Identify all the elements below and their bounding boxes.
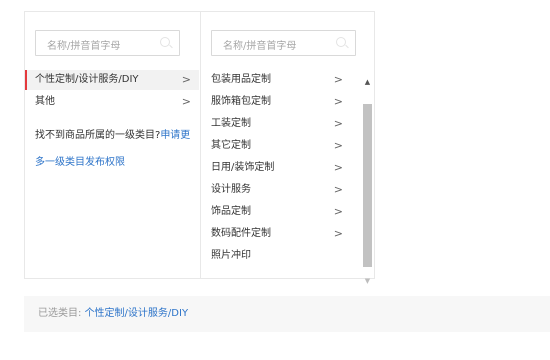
category-item-other[interactable]: 其他 > <box>25 92 199 112</box>
subcategory-label: 服饰箱包定制 <box>211 96 271 107</box>
level-1-search-placeholder: 名称/拼音首字母 <box>47 41 121 52</box>
level-1-search-box[interactable]: 名称/拼音首字母 <box>35 30 180 56</box>
subcategory-label: 饰品定制 <box>211 206 251 217</box>
subcategory-item[interactable]: 服饰箱包定制 > <box>201 92 351 112</box>
level-2-search-placeholder: 名称/拼音首字母 <box>223 41 297 52</box>
chevron-right-icon: > <box>333 183 343 196</box>
selected-category-label: 已选类目: <box>38 308 82 319</box>
subcategory-item[interactable]: 设计服务 > <box>201 180 351 200</box>
selected-category-bar: 已选类目: 个性定制/设计服务/DIY <box>24 296 550 332</box>
chevron-right-icon: > <box>181 73 191 86</box>
subcategory-item[interactable]: 照片冲印 <box>201 246 351 266</box>
chevron-right-icon: > <box>333 227 343 240</box>
subcategory-item[interactable]: 其它定制 > <box>201 136 351 156</box>
category-item-custom-design-diy[interactable]: 个性定制/设计服务/DIY > <box>25 70 199 90</box>
chevron-right-icon: > <box>181 95 191 108</box>
chevron-right-icon: > <box>333 139 343 152</box>
category-item-label: 个性定制/设计服务/DIY <box>35 74 139 85</box>
scroll-down-arrow-icon[interactable]: ▼ <box>363 277 372 285</box>
subcategory-label: 数码配件定制 <box>211 228 271 239</box>
search-icon[interactable] <box>336 37 346 47</box>
chevron-right-icon: > <box>333 161 343 174</box>
chevron-right-icon: > <box>333 73 343 86</box>
subcategory-label: 照片冲印 <box>211 250 251 261</box>
subcategory-item[interactable]: 工装定制 > <box>201 114 351 134</box>
subcategory-label: 其它定制 <box>211 140 251 151</box>
subcategory-label: 日用/装饰定制 <box>211 162 275 173</box>
missing-category-note: 找不到商品所属的一级类目?申请更 <box>35 126 195 141</box>
chevron-right-icon: > <box>333 205 343 218</box>
subcategory-item[interactable]: 日用/装饰定制 > <box>201 158 351 178</box>
subcategory-scrollbar[interactable]: ▲ ▼ <box>363 72 372 290</box>
selected-category-value: 个性定制/设计服务/DIY <box>84 308 189 319</box>
subcategory-label: 包装用品定制 <box>211 74 271 85</box>
category-level-1-panel: 名称/拼音首字母 个性定制/设计服务/DIY > 其他 > 找不到商品所属的一级… <box>24 11 201 279</box>
subcategory-item[interactable]: 饰品定制 > <box>201 202 351 222</box>
subcategory-item[interactable]: 包装用品定制 > <box>201 70 351 90</box>
category-level-2-panel: 名称/拼音首字母 包装用品定制 > 服饰箱包定制 > 工装定制 > 其它定制 >… <box>200 11 375 285</box>
category-item-label: 其他 <box>35 96 55 107</box>
chevron-right-icon: > <box>333 117 343 130</box>
search-icon[interactable] <box>160 37 170 47</box>
scroll-up-arrow-icon[interactable]: ▲ <box>363 78 372 86</box>
level-2-search-box[interactable]: 名称/拼音首字母 <box>211 30 356 56</box>
apply-permission-link-continued[interactable]: 多一级类目发布权限 <box>35 157 125 168</box>
scrollbar-thumb[interactable] <box>363 104 372 267</box>
missing-category-note-line2: 多一级类目发布权限 <box>35 153 195 168</box>
subcategory-label: 工装定制 <box>211 118 251 129</box>
subcategory-item[interactable]: 数码配件定制 > <box>201 224 351 244</box>
chevron-right-icon: > <box>333 95 343 108</box>
subcategory-label: 设计服务 <box>211 184 251 195</box>
apply-permission-link[interactable]: 申请更 <box>160 130 190 141</box>
missing-category-text: 找不到商品所属的一级类目? <box>35 130 161 141</box>
